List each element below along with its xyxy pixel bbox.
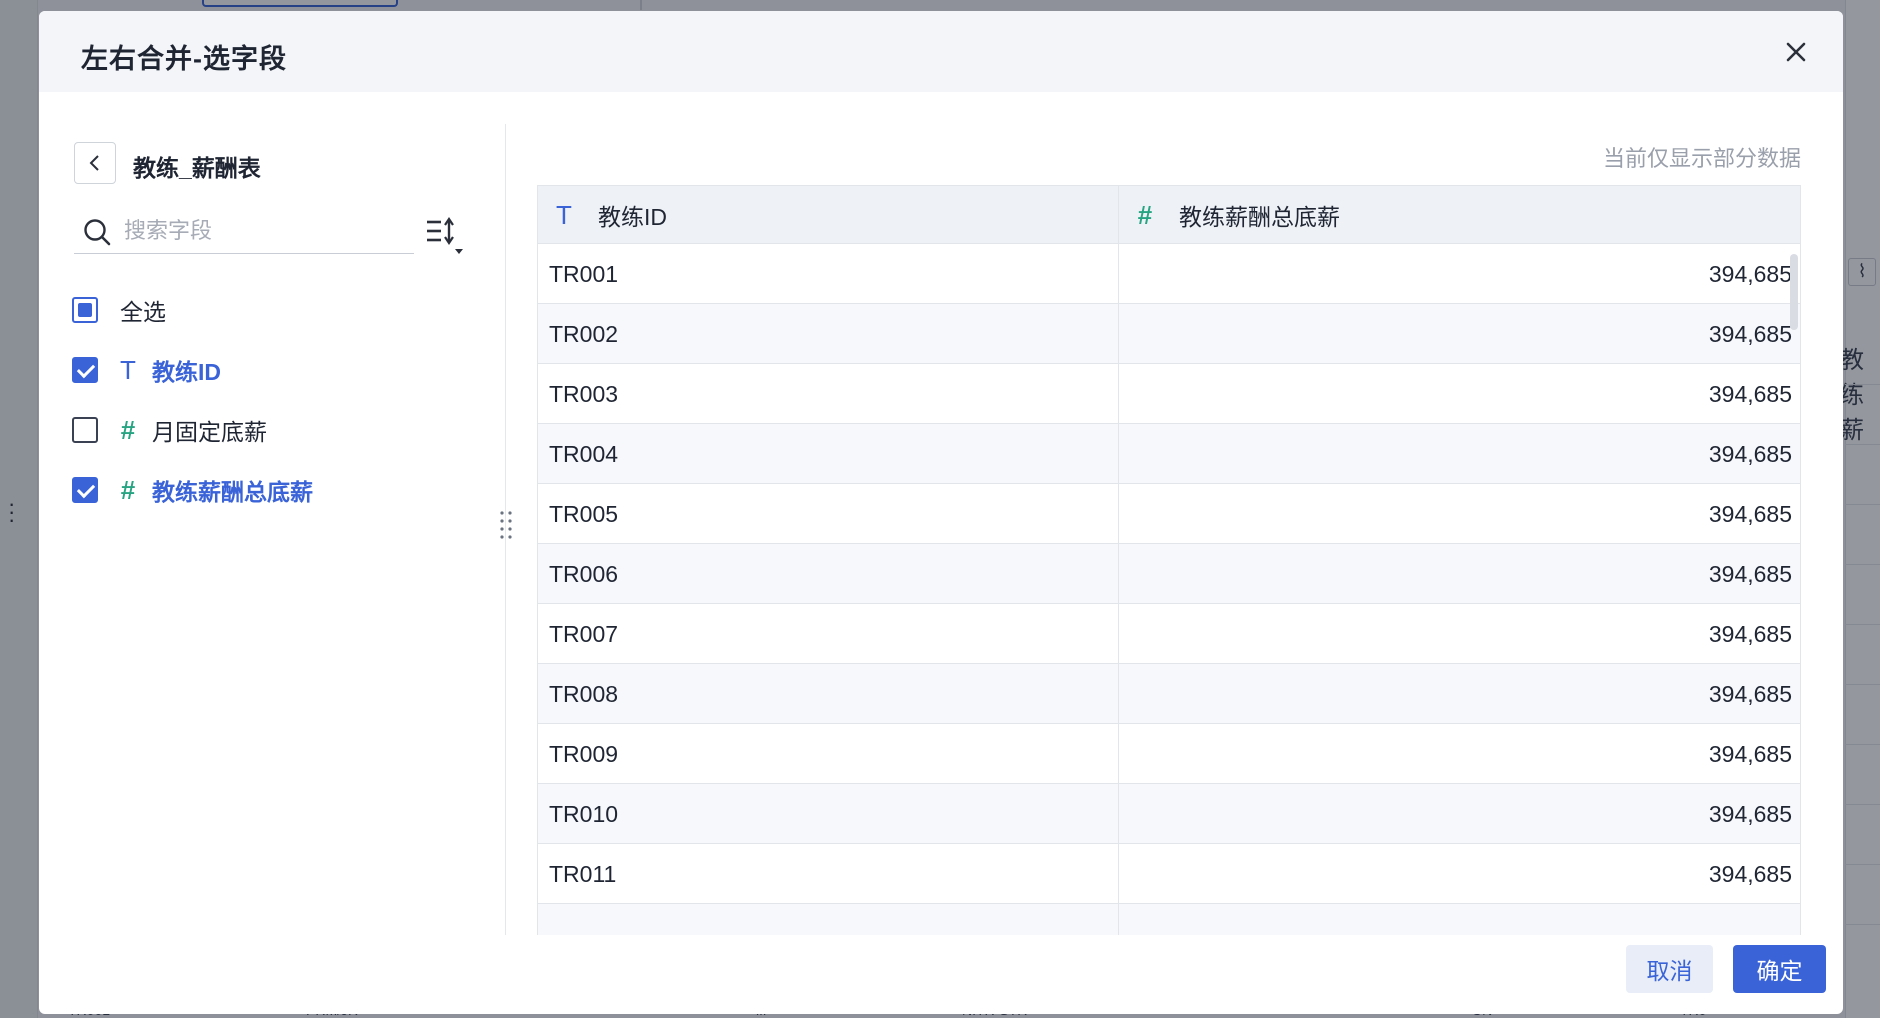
cell-coach-id: TR007	[549, 621, 619, 647]
dialog-header: 左右合并-选字段	[39, 11, 1843, 92]
field-checkbox[interactable]	[72, 417, 98, 443]
cell-total-base-salary: 394,685	[1708, 321, 1792, 347]
select-all-label: 全选	[120, 299, 166, 325]
cell-total-base-salary: 394,685	[1708, 501, 1792, 527]
cell-total-base-salary: 394,685	[1708, 681, 1792, 707]
table-row: TR004 394,685	[538, 424, 1800, 484]
close-button[interactable]	[1779, 35, 1813, 69]
table-header: T 教练ID # 教练薪酬总底薪	[538, 186, 1800, 244]
partial-data-note: 当前仅显示部分数据	[1602, 146, 1801, 171]
field-checkbox[interactable]	[72, 357, 98, 383]
merge-select-fields-dialog: 左右合并-选字段 教练_薪酬表 搜索字段 全选 T 教练ID # 月固定底薪 #…	[39, 11, 1843, 1014]
search-field-input[interactable]	[124, 214, 404, 248]
field-label: 月固定底薪	[152, 419, 267, 445]
field-item-coach-id[interactable]: T 教练ID	[72, 340, 492, 400]
cell-coach-id: TR009	[549, 741, 619, 767]
cell-coach-id: TR003	[549, 381, 619, 407]
cell-coach-id: TR010	[549, 801, 619, 827]
chevron-left-icon	[89, 155, 99, 171]
field-label: 教练薪酬总底薪	[152, 479, 313, 505]
cell-total-base-salary: 394,685	[1708, 801, 1792, 827]
table-row	[538, 904, 1800, 935]
cell-coach-id: TR005	[549, 501, 619, 527]
table-scrollbar[interactable]	[1790, 254, 1798, 330]
column-header-label: 教练ID	[598, 204, 667, 230]
table-row: TR007 394,685	[538, 604, 1800, 664]
cell-coach-id: TR002	[549, 321, 619, 347]
cell-total-base-salary: 394,685	[1708, 441, 1792, 467]
preview-table: T 教练ID # 教练薪酬总底薪 TR001 394,685 TR002 394,6…	[537, 185, 1801, 935]
cell-coach-id: TR004	[549, 441, 619, 467]
field-label: 教练ID	[152, 359, 221, 385]
column-divider	[1118, 186, 1119, 935]
cell-total-base-salary: 394,685	[1708, 561, 1792, 587]
resize-handle-icon[interactable]	[496, 509, 516, 541]
field-list: 全选 T 教练ID # 月固定底薪 # 教练薪酬总底薪	[72, 280, 492, 520]
confirm-button[interactable]: 确定	[1733, 945, 1826, 993]
field-selection-panel: 教练_薪酬表 全选	[39, 92, 506, 935]
table-body: TR001 394,685 TR002 394,685 TR003 394,685 T…	[538, 244, 1800, 935]
cell-coach-id: TR006	[549, 561, 619, 587]
number-type-icon: #	[1137, 200, 1153, 230]
table-row: TR008 394,685	[538, 664, 1800, 724]
sort-icon	[427, 217, 463, 254]
select-all-checkbox[interactable]	[72, 297, 98, 323]
table-row: TR001 394,685	[538, 244, 1800, 304]
cell-total-base-salary: 394,685	[1708, 621, 1792, 647]
number-type-icon: #	[120, 415, 136, 445]
cancel-button[interactable]: 取消	[1626, 945, 1713, 993]
search-box	[74, 208, 414, 254]
text-type-icon: T	[120, 355, 136, 385]
table-row: TR010 394,685	[538, 784, 1800, 844]
sort-button[interactable]	[425, 216, 465, 256]
cell-total-base-salary: 394,685	[1708, 741, 1792, 767]
select-all-item[interactable]: 全选	[72, 280, 492, 340]
text-type-icon: T	[556, 200, 572, 230]
field-checkbox[interactable]	[72, 477, 98, 503]
cell-coach-id: TR001	[549, 261, 619, 287]
field-item-total-base-salary[interactable]: # 教练薪酬总底薪	[72, 460, 492, 520]
cell-total-base-salary: 394,685	[1708, 861, 1792, 887]
table-row: TR006 394,685	[538, 544, 1800, 604]
close-icon	[1786, 42, 1806, 62]
dialog-title: 左右合并-选字段	[81, 44, 287, 74]
cell-coach-id: TR011	[549, 861, 617, 887]
search-icon	[84, 219, 111, 246]
cell-total-base-salary: 394,685	[1708, 261, 1792, 287]
table-row: TR011 394,685	[538, 844, 1800, 904]
table-name: 教练_薪酬表	[133, 155, 261, 181]
table-row: TR005 394,685	[538, 484, 1800, 544]
field-item-monthly-base-salary[interactable]: # 月固定底薪	[72, 400, 492, 460]
number-type-icon: #	[120, 475, 136, 505]
column-header-total-base-salary: # 教练薪酬总底薪	[1119, 186, 1800, 244]
cell-coach-id: TR008	[549, 681, 619, 707]
table-row: TR009 394,685	[538, 724, 1800, 784]
table-row: TR003 394,685	[538, 364, 1800, 424]
back-button[interactable]	[74, 142, 116, 184]
table-row: TR002 394,685	[538, 304, 1800, 364]
cell-total-base-salary: 394,685	[1708, 381, 1792, 407]
column-header-label: 教练薪酬总底薪	[1179, 204, 1340, 230]
column-header-coach-id: T 教练ID	[538, 186, 1118, 244]
